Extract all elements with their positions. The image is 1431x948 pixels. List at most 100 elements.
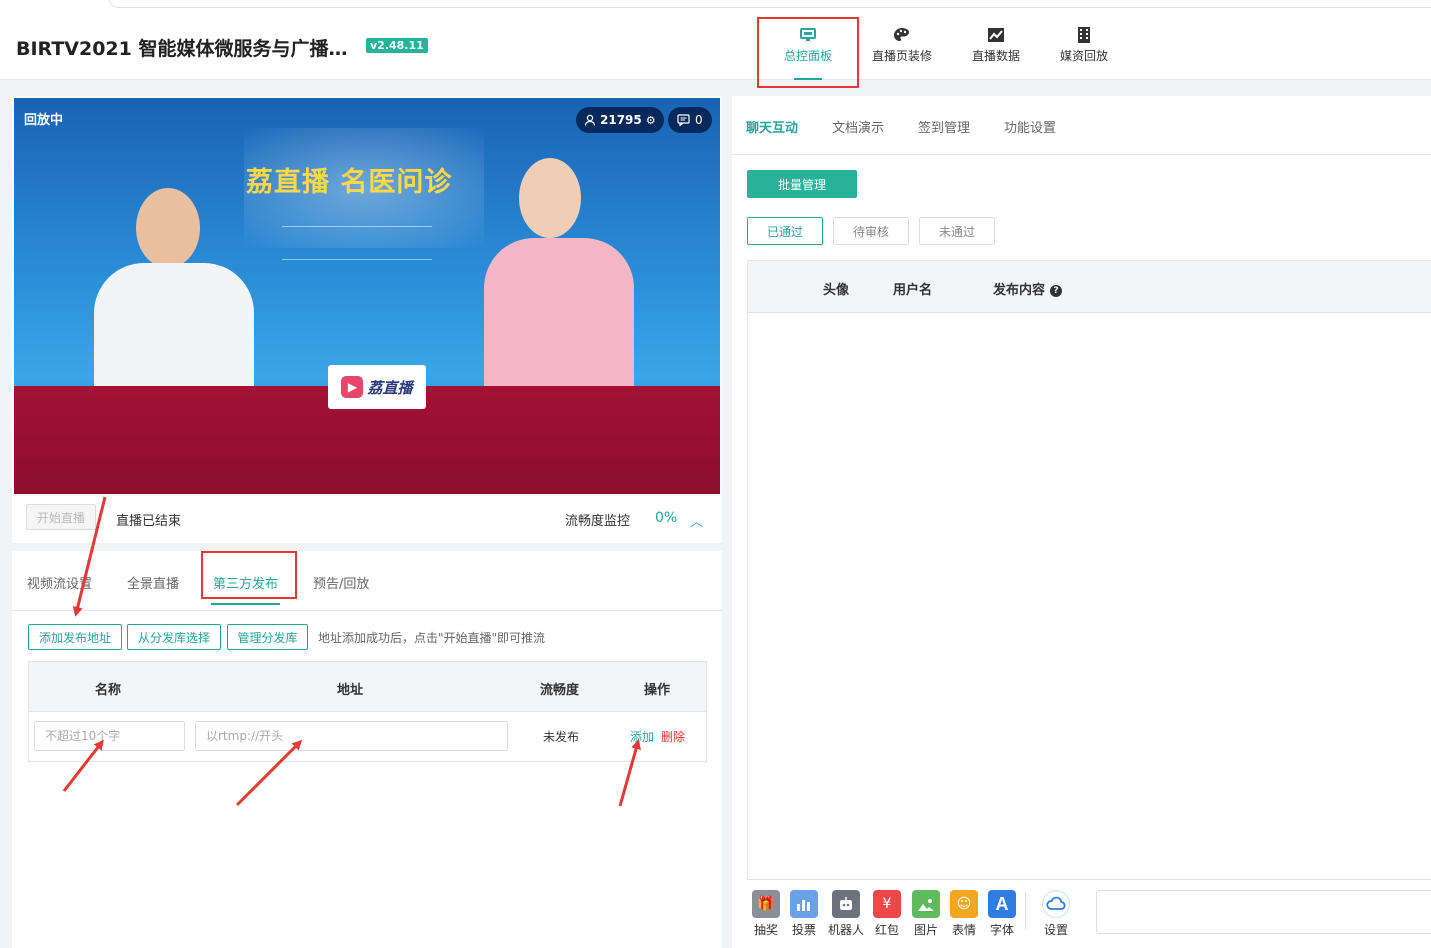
tab-document-demo[interactable]: 文档演示 [832,117,884,136]
tool-red-packet[interactable]: ¥ 红包 [869,890,905,938]
tool-font[interactable]: A 字体 [984,890,1020,938]
app-header: BIRTV2021 智能媒体微服务与广播… v2.48.11 总控面板 直播页装… [0,10,1431,80]
viewer-count[interactable]: 21795 ⚙ [576,107,664,133]
tab-checkin-management[interactable]: 签到管理 [918,117,970,136]
column-content-label: 发布内容 [993,283,1046,298]
host-figure [474,158,644,408]
tool-label: 机器人 [827,923,864,937]
tab-chat-interaction[interactable]: 聊天互动 [746,117,798,136]
chat-table-header: 头像 用户名 发布内容? [748,261,1431,313]
filter-rejected[interactable]: 未通过 [919,217,995,245]
font-icon: A [988,890,1016,918]
nav-live-data[interactable]: 直播数据 [958,10,1034,80]
add-address-button[interactable]: 添加发布地址 [28,624,122,650]
live-status-text: 直播已结束 [116,514,182,529]
filter-pending[interactable]: 待审核 [833,217,909,245]
filter-approved[interactable]: 已通过 [747,217,823,245]
highlight-box-control-panel [757,17,859,88]
vote-icon [790,890,818,918]
start-live-button[interactable]: 开始直播 [26,504,96,530]
column-actions: 操作 [644,683,671,698]
tool-lottery[interactable]: 🎁 抽奖 [748,890,784,938]
tool-settings[interactable]: 设置 [1038,890,1074,938]
publish-status: 未发布 [543,730,580,744]
gift-icon: 🎁 [752,890,780,918]
manage-library-button[interactable]: 管理分发库 [227,624,308,650]
tab-panorama-live[interactable]: 全景直播 [127,573,179,592]
table-header: 名称 地址 流畅度 操作 [29,662,706,712]
tool-image[interactable]: 图片 [908,890,944,938]
chat-tabs: 聊天互动 文档演示 签到管理 功能设置 [732,96,1431,155]
film-icon [1078,26,1090,43]
tool-label: 设置 [1043,923,1068,937]
address-input[interactable] [195,721,508,751]
publish-table: 名称 地址 流畅度 操作 未发布 添加 删除 [28,661,707,762]
emoji-icon: ☺ [950,890,978,918]
nav-media-replay[interactable]: 媒资回放 [1046,10,1122,80]
column-avatar: 头像 [823,283,850,298]
nav-label: 媒资回放 [1059,48,1108,63]
user-icon [584,114,596,126]
add-link[interactable]: 添加 [630,728,654,745]
settings-cloud-icon [1042,890,1070,918]
batch-manage-button[interactable]: 批量管理 [747,170,857,198]
video-control-bar: 开始直播 直播已结束 流畅度监控 0% ︿ [12,494,722,543]
column-fluency: 流畅度 [540,683,580,698]
highlight-box-third-party-tab [201,551,297,599]
select-from-library-button[interactable]: 从分发库选择 [127,624,221,650]
robot-icon [832,890,860,918]
banner-subtitle [282,226,432,260]
tool-vote[interactable]: 投票 [786,890,822,938]
fluency-monitor-label: 流畅度监控 [565,514,631,529]
address-bar [108,0,1431,8]
comment-count-value: 0 [695,113,703,127]
sign-text: 荔直播 [367,378,413,397]
tool-label: 红包 [874,923,899,937]
table-sign: ▶ 荔直播 [328,365,426,409]
palette-icon [894,27,909,41]
app-title: BIRTV2021 智能媒体微服务与广播… [16,38,348,60]
comment-count[interactable]: 0 [668,107,712,133]
tool-label: 抽奖 [753,923,778,937]
image-icon [912,890,940,918]
tool-emoji[interactable]: ☺ 表情 [946,890,982,938]
version-badge: v2.48.11 [366,38,428,53]
video-card: 荔直播 名医问诊 ▶ 荔直播 回放中 21795 ⚙ 0 开始直播 直播已结束 … [12,96,722,543]
chevron-up-icon[interactable]: ︿ [690,511,703,530]
comment-icon [677,114,690,126]
chart-icon [988,27,1004,42]
doctor-figure [74,188,274,408]
tool-robot[interactable]: 机器人 [824,890,868,938]
column-name: 名称 [95,683,122,698]
column-address: 地址 [337,683,364,698]
chat-message-table: 头像 用户名 发布内容? [747,260,1431,880]
browser-strip [0,0,1431,10]
name-input[interactable] [34,721,185,751]
tool-label: 投票 [791,923,816,937]
chat-panel: 聊天互动 文档演示 签到管理 功能设置 批量管理 已通过 待审核 未通过 头像 … [732,96,1431,948]
tab-preview-replay[interactable]: 预告/回放 [313,573,369,592]
toolbar-divider [1025,892,1026,930]
publish-panel: 视频流设置 全景直播 第三方发布 预告/回放 添加发布地址 从分发库选择 管理分… [12,551,722,948]
column-username: 用户名 [893,283,933,298]
video-player[interactable]: 荔直播 名医问诊 ▶ 荔直播 回放中 21795 ⚙ 0 [14,98,720,494]
tab-stream-settings[interactable]: 视频流设置 [27,573,92,592]
banner-text: 荔直播 名医问诊 [246,167,453,198]
help-icon[interactable]: ? [1050,285,1063,297]
publish-hint: 地址添加成功后，点击"开始直播"即可推流 [318,631,546,645]
red-packet-icon: ¥ [873,890,901,918]
tab-function-settings[interactable]: 功能设置 [1004,117,1056,136]
nav-label: 直播数据 [971,48,1020,63]
tool-label: 表情 [951,923,976,937]
publish-tabs: 视频流设置 全景直播 第三方发布 预告/回放 [12,551,722,611]
replay-status-badge: 回放中 [24,113,64,128]
gear-icon: ⚙ [645,113,656,127]
viewer-count-value: 21795 [600,113,642,127]
nav-label: 直播页装修 [871,48,932,63]
column-content: 发布内容? [993,279,1063,298]
nav-page-decoration[interactable]: 直播页装修 [864,10,940,80]
play-logo-icon: ▶ [341,376,364,398]
message-input[interactable] [1096,890,1431,934]
delete-link[interactable]: 删除 [661,728,685,745]
fluency-monitor-value: 0% [655,510,678,526]
